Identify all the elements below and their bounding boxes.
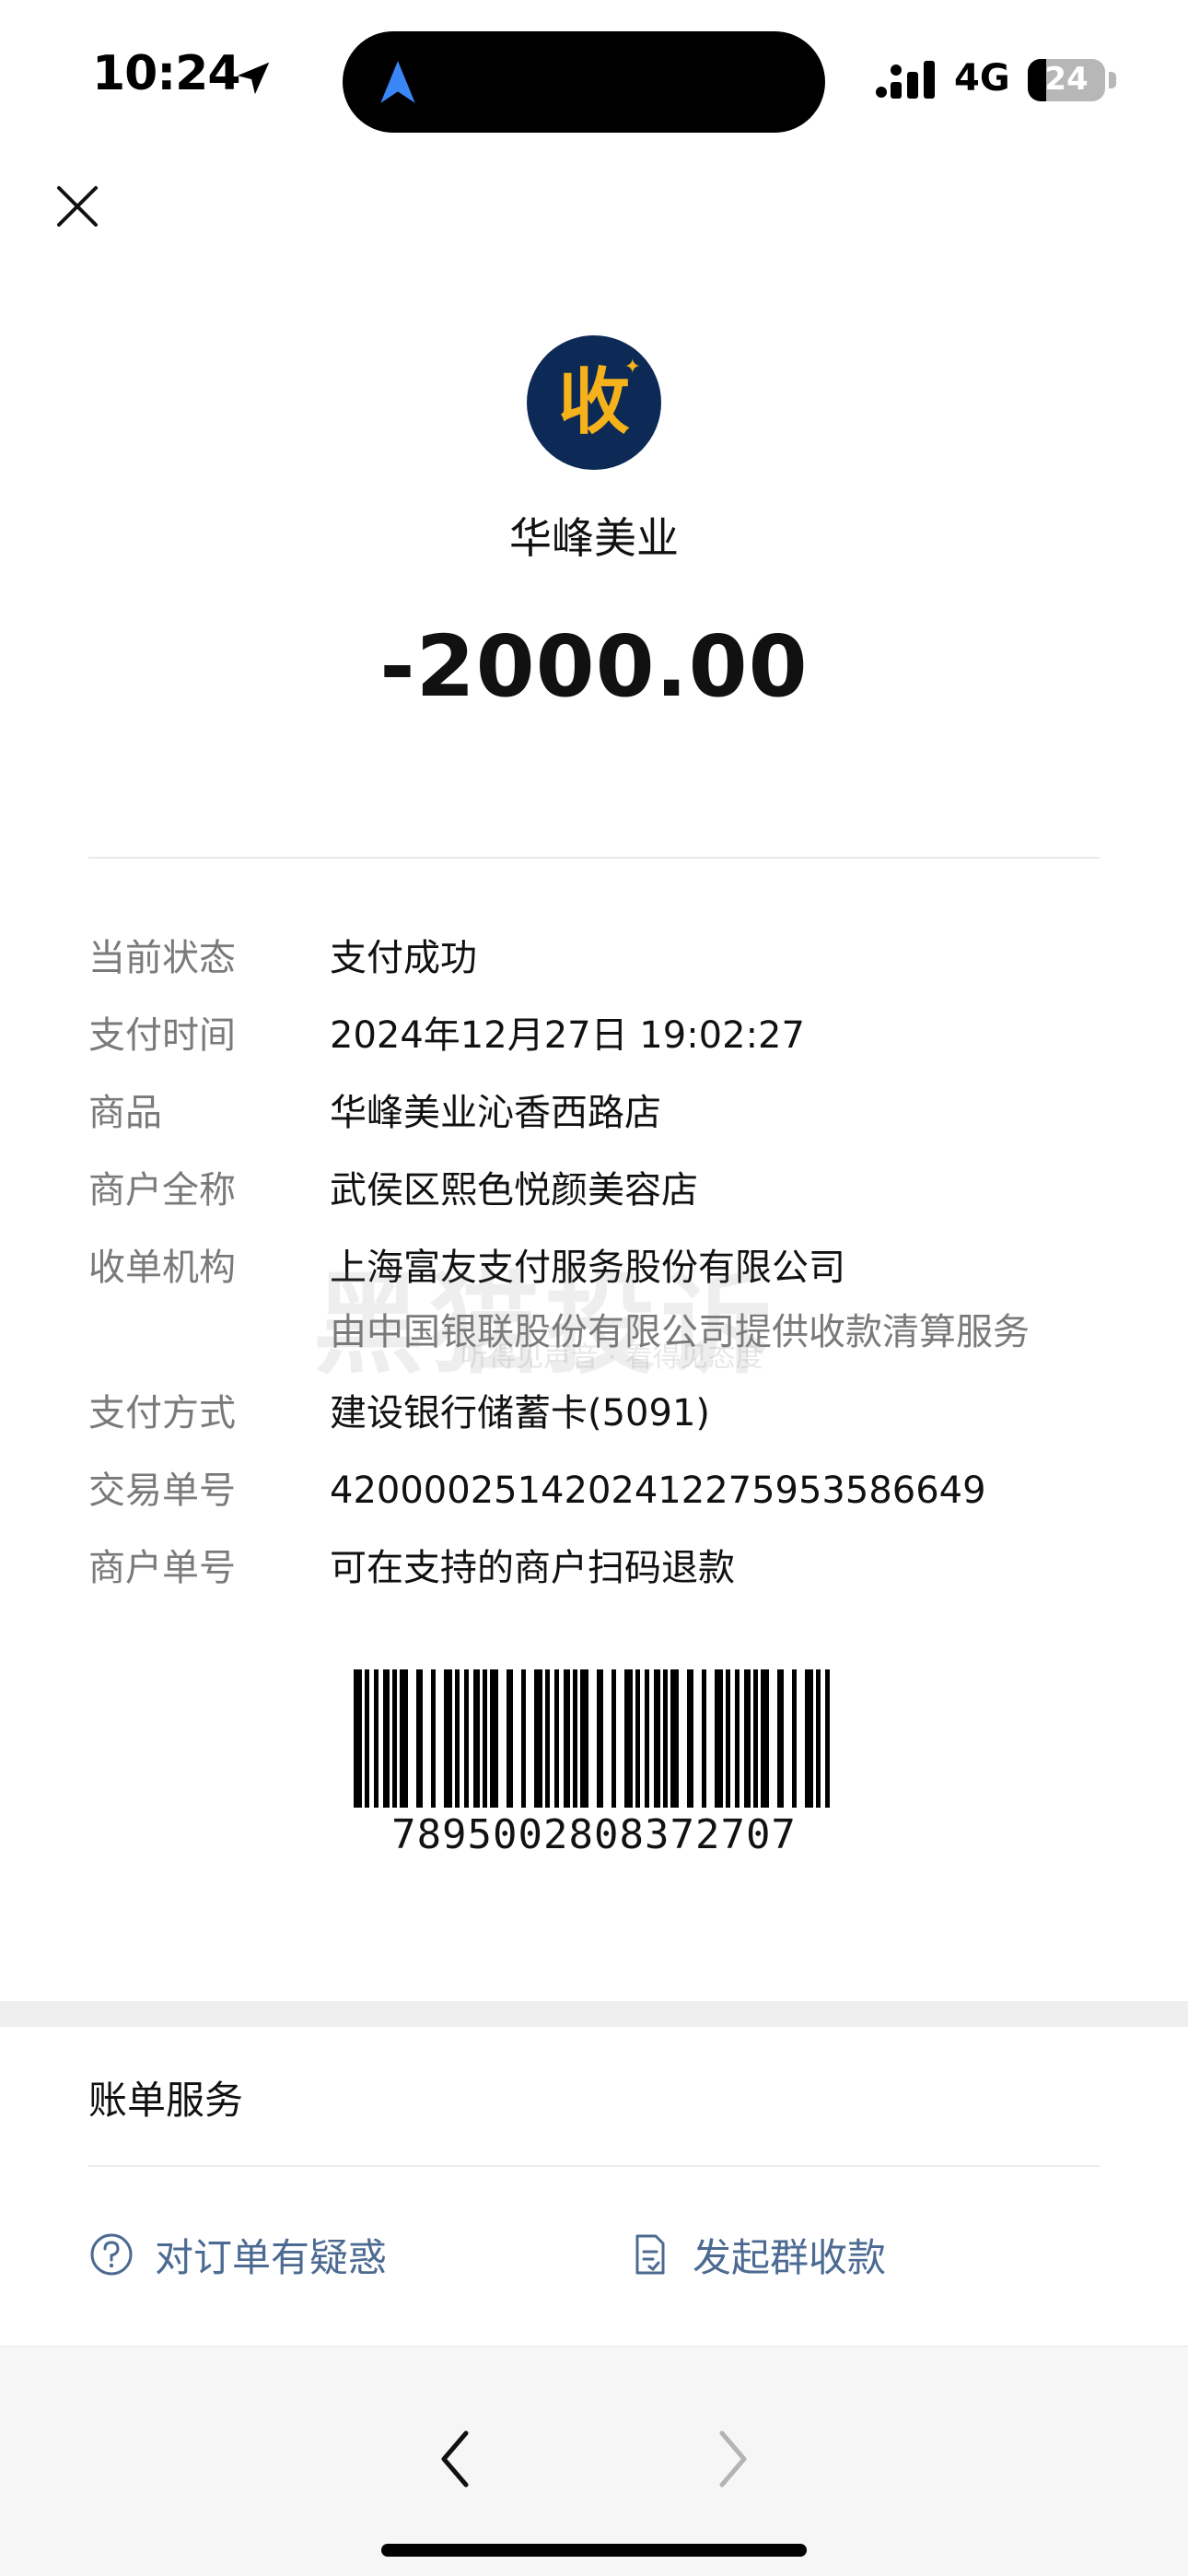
detail-value: 2024年12月27日 19:02:27 xyxy=(330,1014,805,1057)
detail-label: 商品 xyxy=(88,1092,162,1134)
detail-label: 当前状态 xyxy=(88,937,236,979)
payment-amount: -2000.00 xyxy=(379,617,809,716)
barcode-bar xyxy=(431,1669,436,1808)
close-button[interactable] xyxy=(52,181,103,232)
barcode-bar xyxy=(490,1669,498,1808)
navigation-arrow-icon xyxy=(380,61,415,103)
barcode-bar xyxy=(753,1669,758,1808)
barcode-bar xyxy=(816,1669,821,1808)
detail-value: 武侯区熙色悦颜美容店 xyxy=(330,1169,698,1212)
barcode-bar xyxy=(473,1669,480,1808)
detail-label: 支付方式 xyxy=(88,1392,236,1434)
group-collection-label: 发起群收款 xyxy=(693,2234,887,2280)
watermark-slogan: 听得见声音 · 看得见态度 xyxy=(460,1341,763,1374)
bottom-toolbar xyxy=(0,2346,1188,2576)
home-indicator[interactable] xyxy=(381,2544,807,2557)
battery-cap xyxy=(1109,72,1116,88)
barcode-bar xyxy=(374,1669,379,1808)
barcode-bar xyxy=(365,1669,369,1808)
dynamic-island xyxy=(343,31,825,133)
order-question-button[interactable]: 对订单有疑惑 xyxy=(88,2224,387,2285)
barcode-bar xyxy=(464,1669,469,1808)
detail-label: 商户单号 xyxy=(88,1547,236,1589)
detail-value: 4200002514202412275953586649 xyxy=(330,1469,986,1512)
barcode-bar xyxy=(670,1669,679,1808)
barcode-bar xyxy=(777,1669,784,1808)
detail-label: 交易单号 xyxy=(88,1469,236,1512)
detail-value: 建设银行储蓄卡(5091) xyxy=(330,1392,711,1434)
network-type: 4G xyxy=(954,57,1010,100)
sparkle-icon: ✦ xyxy=(623,356,641,379)
barcode-bar xyxy=(392,1669,397,1808)
barcode-bar xyxy=(455,1669,460,1808)
barcode-bar xyxy=(702,1669,706,1808)
chevron-left-icon[interactable] xyxy=(425,2422,486,2496)
barcode-bar xyxy=(744,1669,751,1808)
detail-value: 支付成功 xyxy=(330,937,477,979)
order-question-label: 对订单有疑惑 xyxy=(155,2234,388,2280)
barcode-bar xyxy=(354,1669,362,1808)
detail-label: 商户全称 xyxy=(88,1169,236,1212)
barcode-bar xyxy=(564,1669,570,1808)
barcode-bar xyxy=(573,1669,577,1808)
barcode-bar xyxy=(534,1669,542,1808)
barcode-bar xyxy=(735,1669,740,1808)
barcode-bar xyxy=(383,1669,390,1808)
barcode-bar xyxy=(507,1669,513,1808)
barcode-bar xyxy=(635,1669,640,1808)
barcode-bar xyxy=(687,1669,693,1808)
merchant-logo-glyph: 收 xyxy=(557,361,630,444)
battery-level: 24 xyxy=(1044,61,1089,98)
barcode-bar xyxy=(645,1669,649,1808)
barcode-bar xyxy=(761,1669,769,1808)
barcode[interactable] xyxy=(354,1669,833,1808)
merchant-name: 华峰美业 xyxy=(509,513,679,563)
barcode-bar xyxy=(805,1669,813,1808)
location-arrow-icon xyxy=(237,62,270,95)
status-time: 10:24 xyxy=(92,46,241,101)
battery-icon: 24 xyxy=(1028,59,1105,101)
chevron-right-icon xyxy=(719,2430,747,2488)
barcode-bar xyxy=(624,1669,633,1808)
close-icon xyxy=(57,186,98,227)
detail-label: 支付时间 xyxy=(88,1014,236,1057)
barcode-bar xyxy=(654,1669,660,1808)
barcode-bar xyxy=(611,1669,616,1808)
barcode-bar xyxy=(663,1669,668,1808)
detail-value: 可在支持的商户扫码退款 xyxy=(330,1547,735,1589)
detail-value: 华峰美业沁香西路店 xyxy=(330,1092,661,1134)
barcode-bar xyxy=(792,1669,797,1808)
section-separator xyxy=(0,2001,1188,2027)
merchant-logo: 收 ✦ xyxy=(527,335,661,470)
document-icon xyxy=(635,2234,665,2275)
barcode-bar xyxy=(580,1669,588,1808)
divider xyxy=(88,857,1100,859)
status-bar: 10:24 4G 24 xyxy=(0,0,1188,138)
divider xyxy=(88,2165,1100,2167)
barcode-bar xyxy=(521,1669,526,1808)
question-circle-icon xyxy=(90,2233,133,2276)
barcode-bar xyxy=(726,1669,730,1808)
barcode-bar xyxy=(400,1669,408,1808)
barcode-bar xyxy=(715,1669,723,1808)
barcode-number: 7895002808372707 xyxy=(391,1811,797,1858)
barcode-bar xyxy=(444,1669,452,1808)
cellular-signal-icon xyxy=(876,61,935,99)
barcode-bar xyxy=(825,1669,830,1808)
barcode-bar xyxy=(483,1669,487,1808)
barcode-bar xyxy=(554,1669,559,1808)
barcode-bar xyxy=(545,1669,550,1808)
barcode-bar xyxy=(416,1669,423,1808)
barcode-bar xyxy=(597,1669,603,1808)
bill-services-title: 账单服务 xyxy=(88,2078,244,2123)
group-collection-button[interactable]: 发起群收款 xyxy=(626,2224,886,2285)
detail-label: 收单机构 xyxy=(88,1247,236,1289)
